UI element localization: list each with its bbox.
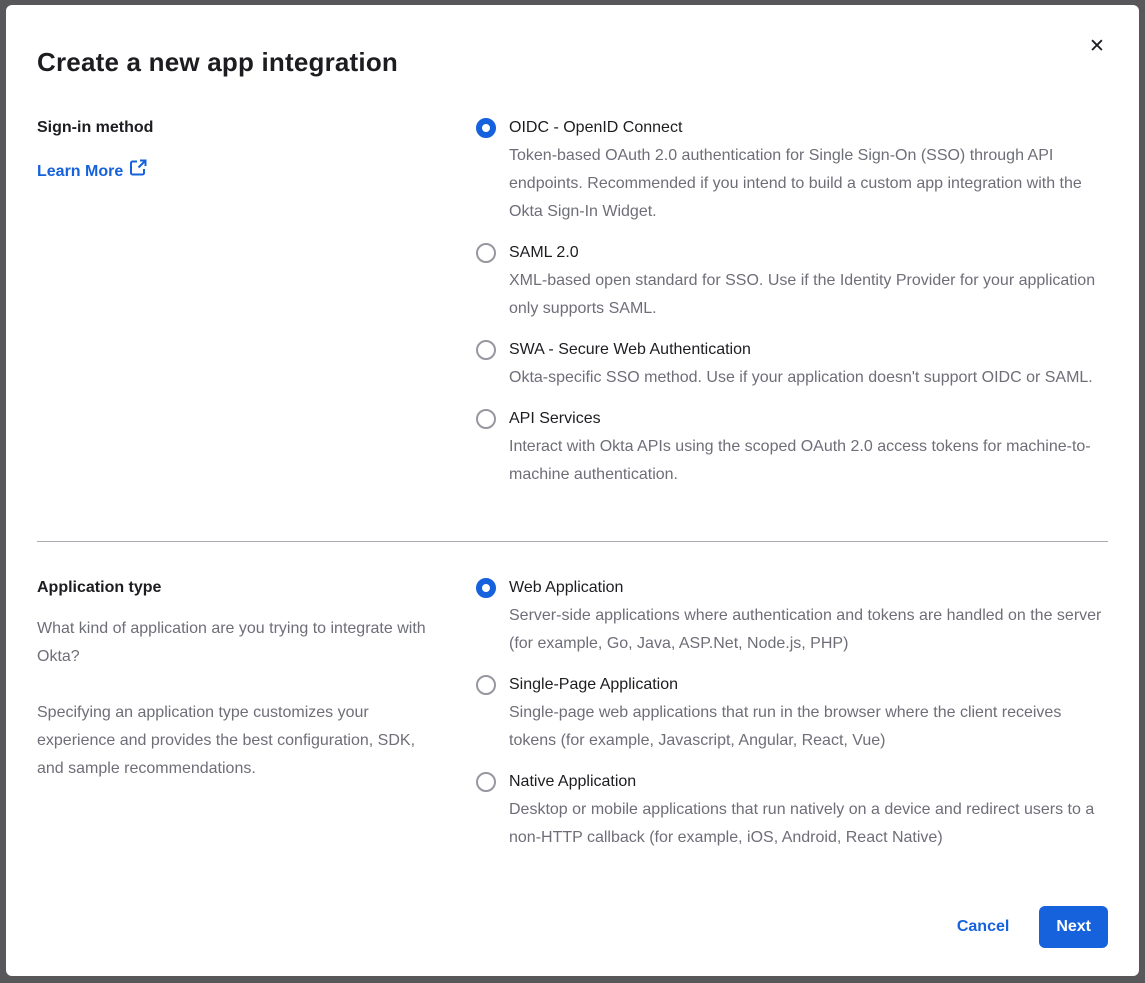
page-title: Create a new app integration bbox=[37, 47, 1108, 78]
application-type-heading: Application type bbox=[37, 574, 432, 602]
radio-icon[interactable] bbox=[476, 340, 496, 360]
radio-option-label[interactable]: OIDC - OpenID Connect bbox=[509, 114, 1108, 142]
close-icon[interactable]: ✕ bbox=[1083, 33, 1111, 61]
radio-option-label[interactable]: Single-Page Application bbox=[509, 671, 1108, 699]
signin-method-left-column: Sign-in method Learn More bbox=[37, 114, 476, 186]
create-app-integration-dialog: ✕ Create a new app integration Sign-in m… bbox=[6, 5, 1139, 976]
cancel-button[interactable]: Cancel bbox=[957, 918, 1009, 936]
radio-icon[interactable] bbox=[476, 409, 496, 429]
radio-option-single-page-application[interactable]: Single-Page Application Single-page web … bbox=[476, 671, 1108, 755]
signin-method-options: OIDC - OpenID Connect Token-based OAuth … bbox=[476, 114, 1108, 502]
section-divider bbox=[37, 541, 1108, 542]
dialog-footer: Cancel Next bbox=[37, 906, 1108, 948]
radio-option-description: XML-based open standard for SSO. Use if … bbox=[509, 267, 1108, 323]
application-type-left-column: Application type What kind of applicatio… bbox=[37, 574, 476, 783]
radio-icon[interactable] bbox=[476, 675, 496, 695]
radio-icon[interactable] bbox=[476, 118, 496, 138]
signin-method-heading: Sign-in method bbox=[37, 114, 432, 142]
application-type-question: What kind of application are you trying … bbox=[37, 615, 432, 671]
radio-option-label[interactable]: SAML 2.0 bbox=[509, 239, 1108, 267]
radio-option-oidc[interactable]: OIDC - OpenID Connect Token-based OAuth … bbox=[476, 114, 1108, 226]
radio-icon[interactable] bbox=[476, 578, 496, 598]
application-type-options: Web Application Server-side applications… bbox=[476, 574, 1108, 865]
radio-option-label[interactable]: Web Application bbox=[509, 574, 1108, 602]
radio-option-description: Okta-specific SSO method. Use if your ap… bbox=[509, 364, 1093, 392]
application-type-section: Application type What kind of applicatio… bbox=[37, 574, 1108, 865]
radio-option-saml[interactable]: SAML 2.0 XML-based open standard for SSO… bbox=[476, 239, 1108, 323]
radio-option-label[interactable]: SWA - Secure Web Authentication bbox=[509, 336, 1093, 364]
radio-option-description: Token-based OAuth 2.0 authentication for… bbox=[509, 142, 1108, 226]
learn-more-label: Learn More bbox=[37, 158, 123, 186]
radio-option-swa[interactable]: SWA - Secure Web Authentication Okta-spe… bbox=[476, 336, 1108, 392]
learn-more-link[interactable]: Learn More bbox=[37, 158, 147, 186]
application-type-explanation: Specifying an application type customize… bbox=[37, 699, 432, 783]
radio-icon[interactable] bbox=[476, 243, 496, 263]
signin-method-section: Sign-in method Learn More OIDC - OpenID … bbox=[37, 114, 1108, 502]
radio-option-description: Interact with Okta APIs using the scoped… bbox=[509, 433, 1108, 489]
radio-option-web-application[interactable]: Web Application Server-side applications… bbox=[476, 574, 1108, 658]
next-button[interactable]: Next bbox=[1039, 906, 1108, 948]
radio-option-api-services[interactable]: API Services Interact with Okta APIs usi… bbox=[476, 405, 1108, 489]
radio-option-native-application[interactable]: Native Application Desktop or mobile app… bbox=[476, 768, 1108, 852]
radio-option-label[interactable]: API Services bbox=[509, 405, 1108, 433]
radio-option-label[interactable]: Native Application bbox=[509, 768, 1108, 796]
radio-option-description: Server-side applications where authentic… bbox=[509, 602, 1108, 658]
radio-icon[interactable] bbox=[476, 772, 496, 792]
external-link-icon bbox=[130, 158, 147, 186]
radio-option-description: Desktop or mobile applications that run … bbox=[509, 796, 1108, 852]
radio-option-description: Single-page web applications that run in… bbox=[509, 699, 1108, 755]
